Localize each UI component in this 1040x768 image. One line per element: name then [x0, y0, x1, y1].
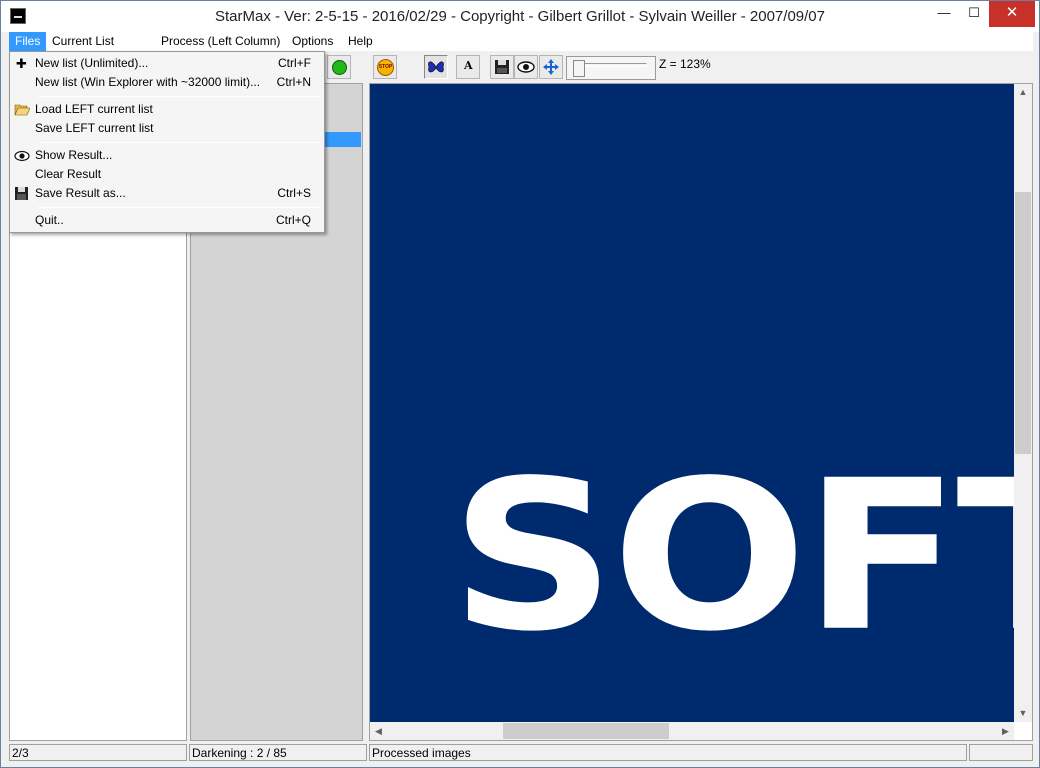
vertical-scroll-thumb[interactable] [1015, 192, 1031, 454]
green-circle-icon [332, 60, 347, 75]
eye-icon [517, 61, 535, 73]
menu-item-save-left-list[interactable]: Save LEFT current list [11, 119, 323, 138]
menu-current-list[interactable]: Current List [46, 32, 120, 51]
menu-item-new-list-explorer[interactable]: New list (Win Explorer with ~32000 limit… [11, 73, 323, 92]
menu-item-quit[interactable]: Quit.. Ctrl+Q [11, 211, 323, 230]
scroll-up-icon[interactable]: ▲ [1014, 84, 1032, 101]
scroll-left-icon[interactable]: ◀ [370, 722, 387, 740]
menu-item-save-result-as[interactable]: Save Result as... Ctrl+S [11, 184, 323, 203]
status-extra [969, 744, 1033, 761]
minimize-button[interactable]: — [929, 1, 959, 27]
eye-icon [14, 150, 30, 162]
zoom-label: Z = 123% [659, 57, 711, 71]
save-toolbar-button[interactable] [490, 55, 514, 79]
status-message: Processed images [369, 744, 967, 761]
stop-icon: STOP [377, 59, 394, 76]
font-button[interactable]: A [456, 55, 480, 79]
selected-list-row[interactable] [323, 132, 361, 147]
move-arrows-icon [543, 59, 559, 75]
menu-separator [38, 142, 320, 143]
menu-item-clear-result[interactable]: Clear Result [11, 165, 323, 184]
scroll-down-icon[interactable]: ▼ [1014, 705, 1032, 722]
menu-process[interactable]: Process (Left Column) [155, 32, 286, 51]
files-dropdown-menu: ✚ New list (Unlimited)... Ctrl+F New lis… [9, 51, 325, 233]
folder-open-icon [14, 104, 30, 116]
menu-options[interactable]: Options [286, 32, 339, 51]
title-bar: StarMax - Ver: 2-5-15 - 2016/02/29 - Cop… [1, 1, 1039, 32]
menu-bar: Files Current List Process (Left Column)… [9, 32, 1033, 51]
stop-button[interactable]: STOP [373, 55, 397, 79]
status-bar: 2/3 Darkening : 2 / 85 Processed images [9, 743, 1033, 761]
menu-help[interactable]: Help [342, 32, 379, 51]
font-a-icon: A [464, 59, 473, 72]
plus-icon: ✚ [16, 56, 27, 71]
close-button[interactable]: ✕ [989, 1, 1035, 27]
show-result-toolbar-button[interactable] [514, 55, 538, 79]
floppy-icon [15, 187, 28, 200]
status-darkening: Darkening : 2 / 85 [189, 744, 367, 761]
preview-image: SOFT [370, 84, 1014, 722]
menu-item-new-list-unlimited[interactable]: ✚ New list (Unlimited)... Ctrl+F [11, 54, 323, 73]
floppy-icon [495, 60, 509, 74]
zoom-slider[interactable] [566, 56, 656, 80]
menu-item-load-left-list[interactable]: Load LEFT current list [11, 100, 323, 119]
horizontal-scrollbar[interactable]: ◀ ▶ [370, 722, 1014, 740]
vertical-scrollbar[interactable]: ▲ ▼ [1014, 84, 1032, 722]
maximize-button[interactable]: ☐ [959, 1, 989, 27]
menu-separator [38, 207, 320, 208]
zoom-slider-thumb[interactable] [573, 60, 585, 77]
window-title: StarMax - Ver: 2-5-15 - 2016/02/29 - Cop… [215, 8, 825, 25]
zoom-slider-track [575, 63, 647, 67]
app-window: StarMax - Ver: 2-5-15 - 2016/02/29 - Cop… [0, 0, 1040, 768]
image-viewer[interactable]: SOFT ▲ ▼ ◀ ▶ [369, 83, 1033, 741]
butterfly-icon [428, 61, 444, 73]
move-button[interactable] [539, 55, 563, 79]
menu-item-show-result[interactable]: Show Result... [11, 146, 323, 165]
menu-separator [38, 96, 320, 97]
run-button[interactable] [327, 55, 351, 79]
image-logo-text: SOFT [450, 436, 1014, 678]
menu-files[interactable]: Files [9, 32, 47, 51]
butterfly-button[interactable] [424, 55, 448, 79]
scroll-right-icon[interactable]: ▶ [997, 722, 1014, 740]
horizontal-scroll-thumb[interactable] [503, 723, 669, 739]
status-count: 2/3 [9, 744, 187, 761]
